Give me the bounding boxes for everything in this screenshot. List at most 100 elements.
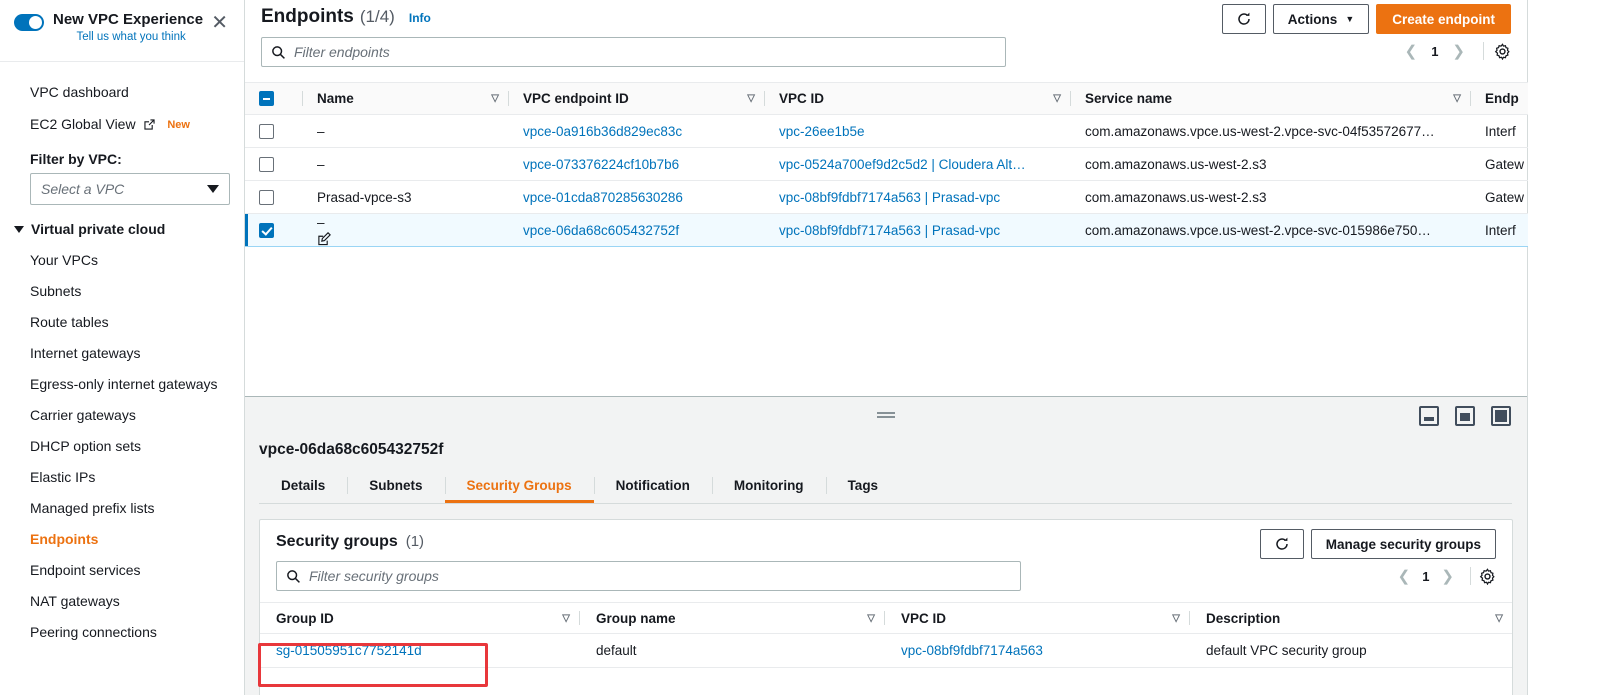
tab-tags[interactable]: Tags bbox=[825, 473, 901, 503]
next-page-icon[interactable]: ❯ bbox=[1444, 42, 1473, 60]
next-page-icon[interactable]: ❯ bbox=[1433, 567, 1462, 585]
sidebar-item-managed-prefix-lists[interactable]: Managed prefix lists bbox=[0, 493, 244, 524]
endpoints-filter-input[interactable]: Filter endpoints bbox=[261, 37, 1006, 67]
row-checkbox[interactable] bbox=[259, 189, 274, 205]
column-header-vpc-id[interactable]: VPC ID ▽ bbox=[765, 82, 1071, 115]
cell-endpoint-type: Gatew bbox=[1471, 147, 1528, 181]
tab-monitoring[interactable]: Monitoring bbox=[711, 473, 826, 503]
page-number[interactable]: 1 bbox=[1427, 44, 1442, 59]
column-header-group-id[interactable]: Group ID ▽ bbox=[260, 602, 580, 634]
chevron-down-icon bbox=[207, 185, 219, 193]
group-id-link[interactable]: sg-01505951c7752141d bbox=[276, 643, 422, 658]
sidebar-section-virtual-private-cloud[interactable]: Virtual private cloud bbox=[0, 205, 244, 245]
sidebar-item-label: Endpoint services bbox=[30, 562, 141, 578]
sidebar-item-nat-gateways[interactable]: NAT gateways bbox=[0, 586, 244, 617]
column-header-service-name[interactable]: Service name ▽ bbox=[1071, 82, 1471, 115]
sidebar-item-route-tables[interactable]: Route tables bbox=[0, 307, 244, 338]
security-groups-count: (1) bbox=[405, 533, 425, 550]
sidebar-item-endpoints[interactable]: Endpoints bbox=[0, 524, 244, 555]
manage-security-groups-button[interactable]: Manage security groups bbox=[1310, 529, 1496, 559]
sidebar-item-vpc-dashboard[interactable]: VPC dashboard bbox=[0, 76, 244, 108]
vpc-id-link[interactable]: vpc-26ee1b5e bbox=[779, 124, 865, 139]
panel-full-icon[interactable] bbox=[1491, 406, 1511, 426]
sidebar-item-label: Elastic IPs bbox=[30, 469, 96, 485]
vpc-id-link[interactable]: vpc-08bf9fdbf7174a563 | Prasad-vpc bbox=[779, 223, 1000, 238]
chevron-down-icon: ▼ bbox=[1345, 14, 1355, 24]
column-header-name[interactable]: Name ▽ bbox=[303, 82, 509, 115]
cell-service-name: com.amazonaws.us-west-2.s3 bbox=[1071, 180, 1471, 214]
column-header-label: VPC ID bbox=[901, 610, 947, 626]
column-header-group-name[interactable]: Group name ▽ bbox=[580, 602, 885, 634]
vpc-id-link[interactable]: vpc-0524a700ef9d2c5d2 | Cloudera Alt… bbox=[779, 157, 1026, 172]
table-row[interactable]: – vpce-06da68c605432752f vpc-08bf9fdbf7174… bbox=[245, 213, 1528, 247]
actions-button[interactable]: Actions ▼ bbox=[1272, 4, 1370, 34]
previous-page-icon[interactable]: ❮ bbox=[1390, 567, 1419, 585]
previous-page-icon[interactable]: ❮ bbox=[1397, 42, 1426, 60]
sidebar-item-subnets[interactable]: Subnets bbox=[0, 276, 244, 307]
column-header-endpoint-type[interactable]: Endp bbox=[1471, 82, 1528, 115]
endpoint-id-link[interactable]: vpce-01cda870285630286 bbox=[523, 190, 683, 205]
column-header-label: VPC ID bbox=[779, 91, 825, 106]
endpoint-id-link[interactable]: vpce-0a916b36d829ec83c bbox=[523, 124, 682, 139]
table-row[interactable]: sg-01505951c7752141d default vpc-08bf9fdbf… bbox=[260, 633, 1512, 668]
row-checkbox[interactable] bbox=[259, 123, 274, 139]
endpoints-page: Endpoints (1/4) Info Filter endpoints Ac… bbox=[245, 0, 1528, 695]
column-header-description[interactable]: Description ▽ bbox=[1190, 602, 1512, 634]
page-number[interactable]: 1 bbox=[1418, 569, 1433, 584]
feedback-link[interactable]: Tell us what you think bbox=[53, 31, 209, 43]
tab-security-groups[interactable]: Security Groups bbox=[444, 473, 594, 503]
sidebar-item-dhcp-option-sets[interactable]: DHCP option sets bbox=[0, 431, 244, 462]
security-groups-pagination: ❮ 1 ❯ bbox=[1390, 567, 1496, 585]
cell-vpc-endpoint-id: vpce-01cda870285630286 bbox=[509, 180, 765, 214]
sidebar-item-your-vpcs[interactable]: Your VPCs bbox=[0, 245, 244, 276]
table-row[interactable]: Prasad-vpce-s3 vpce-01cda870285630286 vpc-… bbox=[245, 180, 1528, 214]
cell-endpoint-type: Interf bbox=[1471, 114, 1528, 148]
close-icon[interactable]: ✕ bbox=[209, 13, 230, 33]
sidebar-item-endpoint-services[interactable]: Endpoint services bbox=[0, 555, 244, 586]
detail-panel-tabs: Details Subnets Security Groups Notificatio… bbox=[259, 473, 1512, 504]
sidebar-item-peering-connections[interactable]: Peering connections bbox=[0, 617, 244, 648]
table-row[interactable]: – vpce-0a916b36d829ec83c vpc-26ee1b5e com.a… bbox=[245, 114, 1528, 148]
table-row[interactable]: – vpce-073376224cf10b7b6 vpc-0524a700ef9d2… bbox=[245, 147, 1528, 181]
tab-notification[interactable]: Notification bbox=[593, 473, 712, 503]
create-endpoint-button[interactable]: Create endpoint bbox=[1376, 4, 1511, 34]
vpc-select[interactable]: Select a VPC bbox=[30, 173, 230, 205]
sidebar-item-ec2-global-view[interactable]: EC2 Global View New bbox=[0, 108, 244, 141]
banner-text: New VPC Experience Tell us what you thin… bbox=[53, 10, 209, 43]
column-header-vpc-endpoint-id[interactable]: VPC endpoint ID ▽ bbox=[509, 82, 765, 115]
row-checkbox[interactable] bbox=[259, 222, 274, 238]
info-link[interactable]: Info bbox=[409, 11, 431, 25]
tab-details[interactable]: Details bbox=[259, 473, 347, 503]
security-groups-refresh-button[interactable] bbox=[1259, 529, 1304, 559]
search-icon bbox=[286, 569, 301, 584]
endpoint-id-link[interactable]: vpce-06da68c605432752f bbox=[523, 223, 679, 238]
sidebar-item-egress-only-internet-gateways[interactable]: Egress-only internet gateways bbox=[0, 369, 244, 400]
gear-icon[interactable] bbox=[1479, 567, 1496, 585]
cell-name: – bbox=[303, 147, 509, 181]
refresh-button[interactable] bbox=[1221, 4, 1266, 34]
create-endpoint-label: Create endpoint bbox=[1392, 11, 1495, 27]
tab-subnets[interactable]: Subnets bbox=[347, 473, 444, 503]
endpoint-id-link[interactable]: vpce-073376224cf10b7b6 bbox=[523, 157, 679, 172]
row-select-cell bbox=[245, 114, 303, 148]
security-groups-filter-placeholder: Filter security groups bbox=[309, 568, 439, 584]
sidebar-item-internet-gateways[interactable]: Internet gateways bbox=[0, 338, 244, 369]
gear-icon[interactable] bbox=[1494, 42, 1511, 60]
edit-icon[interactable] bbox=[317, 231, 509, 246]
vpc-id-link[interactable]: vpc-08bf9fdbf7174a563 bbox=[901, 643, 1043, 658]
split-panel-drag-handle[interactable] bbox=[877, 412, 895, 418]
panel-small-icon[interactable] bbox=[1419, 406, 1439, 426]
column-header-vpc-id[interactable]: VPC ID ▽ bbox=[885, 602, 1190, 634]
new-vpc-experience-toggle[interactable] bbox=[14, 14, 44, 31]
page-title-count: (1/4) bbox=[359, 7, 395, 26]
endpoints-action-buttons: Actions ▼ Create endpoint bbox=[1221, 4, 1511, 34]
sidebar-item-elastic-ips[interactable]: Elastic IPs bbox=[0, 462, 244, 493]
security-groups-card: Security groups (1) Filter security grou… bbox=[259, 519, 1513, 695]
row-checkbox[interactable] bbox=[259, 156, 274, 172]
sidebar-item-carrier-gateways[interactable]: Carrier gateways bbox=[0, 400, 244, 431]
security-groups-filter-input[interactable]: Filter security groups bbox=[276, 561, 1021, 591]
vpc-id-link[interactable]: vpc-08bf9fdbf7174a563 | Prasad-vpc bbox=[779, 190, 1000, 205]
select-all-checkbox[interactable] bbox=[259, 91, 274, 106]
panel-medium-icon[interactable] bbox=[1455, 406, 1475, 426]
security-groups-title: Security groups bbox=[276, 533, 398, 550]
